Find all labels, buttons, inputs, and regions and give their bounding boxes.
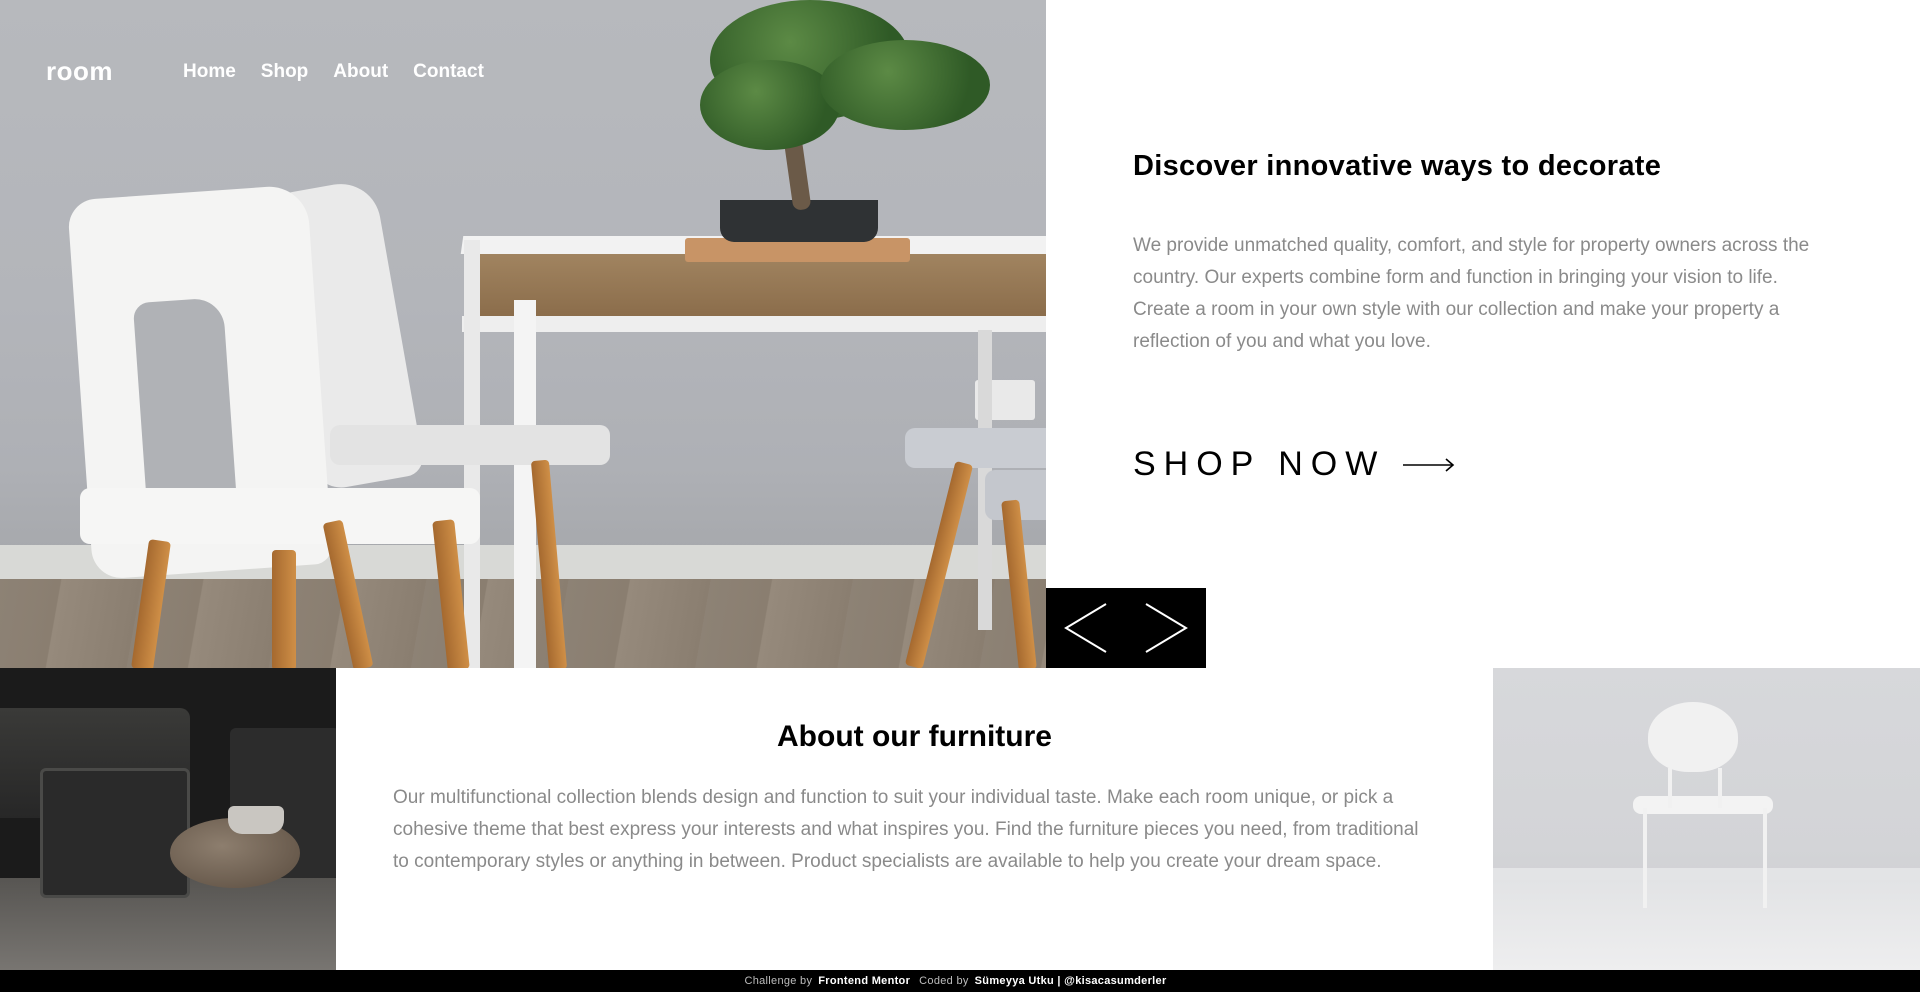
floor [1493,880,1920,970]
hero-description: We provide unmatched quality, comfort, a… [1133,235,1810,352]
slider-controls [1046,588,1206,668]
chair-back-cutout [132,297,238,513]
shop-now-link[interactable]: SHOP NOW [1133,445,1455,484]
chair-seat [1633,796,1773,814]
chair-seat [905,428,1046,468]
nav-shop-link[interactable]: Shop [261,61,309,83]
armchair [40,768,190,898]
slider-next-button[interactable] [1126,588,1206,668]
coded-prefix: Coded by [919,975,969,987]
chevron-left-icon [1064,603,1107,653]
about-section: About our furniture Our multifunctional … [336,668,1493,970]
hero-title: Discover innovative ways to decorate [1133,150,1662,182]
about-dark-image [0,668,336,970]
hero-image [0,0,1046,668]
slider-prev-button[interactable] [1046,588,1126,668]
about-title: About our furniture [777,720,1052,753]
nav-contact-link[interactable]: Contact [413,61,484,83]
chevron-right-icon [1145,603,1188,653]
chair-leg [1668,768,1672,808]
attribution-footer: Challenge by Frontend Mentor Coded by Sü… [0,970,1920,992]
arrow-right-icon [1403,457,1455,472]
chair-seat [330,425,610,465]
challenge-prefix: Challenge by [744,975,813,987]
frontend-mentor-link[interactable]: Frontend Mentor [818,975,910,987]
bonsai-foliage [700,60,840,150]
nav-about-link[interactable]: About [333,61,388,83]
bonsai-foliage [820,40,990,130]
bowl [228,806,284,834]
hero-text: Discover innovative ways to decorate We … [1133,150,1833,358]
main-nav: room Home Shop About Contact [46,56,509,87]
shop-now-label: SHOP NOW [1133,445,1386,483]
chair-leg [272,550,296,668]
author-link[interactable]: Sümeyya Utku | @kisacasumderler [975,975,1167,987]
logo[interactable]: room [46,56,113,87]
about-description: Our multifunctional collection blends de… [393,787,1419,872]
chair-leg [1763,808,1767,908]
table-apron [462,316,1046,332]
about-light-image [1493,668,1920,970]
nav-home-link[interactable]: Home [183,61,236,83]
chair-leg [1718,768,1722,808]
baseboard [1493,868,1920,880]
chair-seat [80,488,480,544]
chair-leg [1643,808,1647,908]
chair-back [1648,702,1738,772]
